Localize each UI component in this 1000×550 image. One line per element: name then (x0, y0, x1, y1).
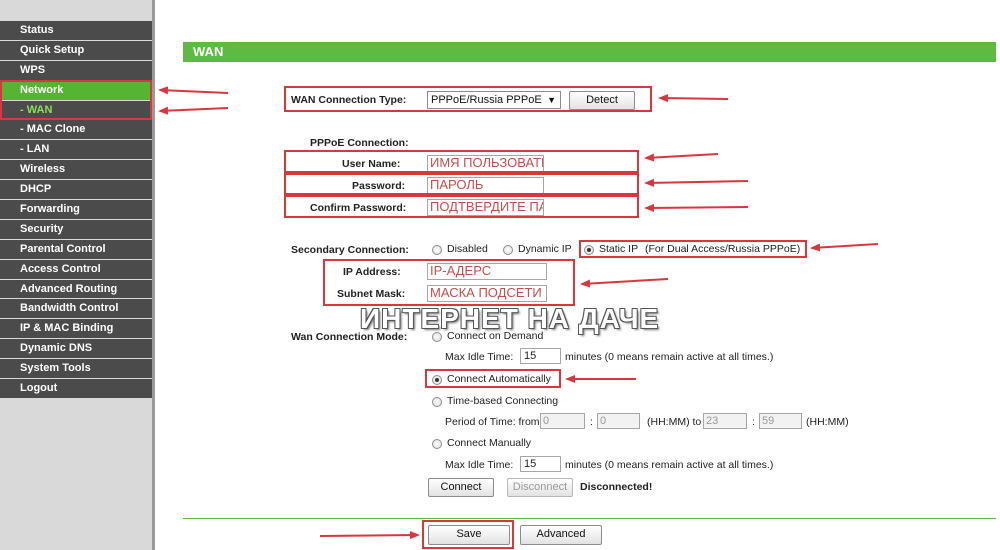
max-idle-input-1[interactable]: 15 (520, 348, 561, 364)
secondary-static-label: Static IP (599, 243, 639, 255)
wan-type-selected: PPPoE/Russia PPPoE (431, 94, 542, 106)
max-idle-label-1: Max Idle Time: (445, 351, 514, 363)
secondary-dynamic-label: Dynamic IP (518, 243, 572, 255)
time-colon-1: : (590, 416, 593, 428)
time-based-label: Time-based Connecting (447, 395, 559, 407)
arrow-password (644, 178, 749, 187)
sidebar-item-mac-clone[interactable]: - MAC Clone (0, 120, 152, 141)
sidebar-item-lan[interactable]: - LAN (0, 140, 152, 161)
sidebar-item-network[interactable]: Network (0, 80, 152, 101)
time-based-radio[interactable] (432, 397, 442, 407)
max-idle-note-2: minutes (0 means remain active at all ti… (565, 459, 774, 471)
page-title: WAN (183, 42, 996, 62)
secondary-dynamic-radio[interactable] (503, 245, 513, 255)
sidebar-item-security[interactable]: Security (0, 219, 152, 240)
arrow-ip-mask (580, 278, 669, 288)
save-button[interactable]: Save (428, 525, 510, 545)
sidebar-item-wan[interactable]: - WAN (0, 100, 152, 121)
connect-manually-label: Connect Manually (447, 437, 532, 449)
sidebar-item-dhcp[interactable]: DHCP (0, 180, 152, 201)
secondary-static-note: (For Dual Access/Russia PPPoE) (645, 243, 801, 255)
sidebar-item-wps[interactable]: WPS (0, 60, 152, 81)
max-idle-input-2[interactable]: 15 (520, 456, 561, 472)
sidebar-item-wireless[interactable]: Wireless (0, 160, 152, 181)
sidebar-item-parental-control[interactable]: Parental Control (0, 239, 152, 260)
arrow-username (644, 153, 719, 162)
from-hour-input[interactable]: 0 (540, 413, 585, 429)
connect-automatically-radio[interactable] (432, 375, 442, 385)
wan-type-select[interactable]: PPPoE/Russia PPPoE ▼ (427, 91, 561, 109)
secondary-disabled-label: Disabled (447, 243, 488, 255)
period-label: Period of Time: from (445, 416, 540, 428)
sidebar-item-dynamic-dns[interactable]: Dynamic DNS (0, 339, 152, 360)
sidebar-item-logout[interactable]: Logout (0, 379, 152, 399)
max-idle-label-2: Max Idle Time: (445, 459, 514, 471)
password-label: Password: (352, 180, 406, 192)
wan-type-label: WAN Connection Type: (291, 94, 407, 106)
ip-address-input[interactable]: IP-АДЕРС (427, 263, 547, 280)
sidebar-item-status[interactable]: Status (0, 21, 152, 41)
detect-button[interactable]: Detect (569, 91, 635, 110)
from-minute-input[interactable]: 0 (597, 413, 640, 429)
sidebar-menu: Status Quick Setup WPS Network - WAN - M… (0, 21, 152, 399)
arrow-wan (158, 106, 229, 115)
hhmm-to-label: (HH:MM) to (647, 416, 702, 428)
connect-automatically-label: Connect Automatically (447, 373, 551, 385)
sidebar-item-ip-mac-binding[interactable]: IP & MAC Binding (0, 319, 152, 340)
pppoe-section-label: PPPoE Connection: (310, 137, 409, 149)
time-colon-2: : (752, 416, 755, 428)
to-minute-input[interactable]: 59 (759, 413, 802, 429)
sidebar: Status Quick Setup WPS Network - WAN - M… (0, 0, 155, 550)
username-input[interactable]: ИМЯ ПОЛЬЗОВАТЕЛЯ (427, 155, 544, 172)
connect-on-demand-label: Connect on Demand (447, 330, 544, 342)
advanced-button[interactable]: Advanced (520, 525, 602, 545)
footer-divider (183, 518, 996, 519)
connect-on-demand-radio[interactable] (432, 332, 442, 342)
to-hour-input[interactable]: 23 (703, 413, 747, 429)
subnet-mask-input[interactable]: МАСКА ПОДСЕТИ (427, 285, 547, 302)
connect-manually-radio[interactable] (432, 439, 442, 449)
secondary-connection-label: Secondary Connection: (291, 244, 409, 256)
disconnect-button[interactable]: Disconnect (507, 478, 573, 497)
sidebar-item-bandwidth-control[interactable]: Bandwidth Control (0, 299, 152, 320)
arrow-wan-type (658, 94, 729, 103)
sidebar-item-advanced-routing[interactable]: Advanced Routing (0, 279, 152, 300)
sidebar-item-access-control[interactable]: Access Control (0, 259, 152, 280)
secondary-disabled-radio[interactable] (432, 245, 442, 255)
sidebar-item-system-tools[interactable]: System Tools (0, 359, 152, 380)
arrow-static-ip (810, 243, 879, 252)
sidebar-item-quick-setup[interactable]: Quick Setup (0, 40, 152, 61)
ip-address-label: IP Address: (343, 266, 401, 278)
subnet-mask-label: Subnet Mask: (337, 288, 406, 300)
arrow-confirm (644, 203, 749, 212)
arrow-save (319, 531, 420, 540)
confirm-password-label: Confirm Password: (310, 202, 407, 214)
arrow-network (158, 86, 229, 95)
connect-button[interactable]: Connect (428, 478, 494, 497)
username-label: User Name: (342, 158, 401, 170)
wan-connection-mode-label: Wan Connection Mode: (291, 331, 408, 343)
confirm-password-input[interactable]: ПОДТВЕРДИТЕ ПАРОЛЬ (427, 199, 544, 216)
chevron-down-icon: ▼ (547, 95, 556, 105)
max-idle-note-1: minutes (0 means remain active at all ti… (565, 351, 774, 363)
password-input[interactable]: ПАРОЛЬ (427, 177, 544, 194)
secondary-static-radio[interactable] (584, 245, 594, 255)
connection-status: Disconnected! (580, 481, 653, 493)
hhmm-label: (HH:MM) (806, 416, 849, 428)
sidebar-item-forwarding[interactable]: Forwarding (0, 200, 152, 220)
